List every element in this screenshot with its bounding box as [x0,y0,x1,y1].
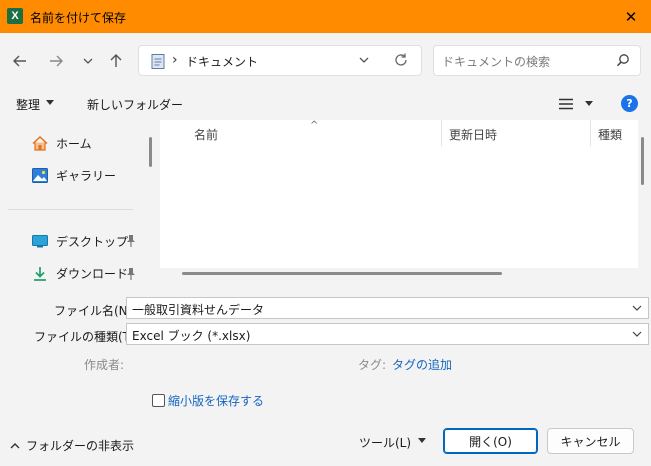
column-divider[interactable] [590,120,591,146]
navigation-bar: › ドキュメント ドキュメントの検索 [0,33,651,88]
arrow-right-icon [50,55,63,67]
tags-label: タグ: [358,358,387,372]
caret-down-icon[interactable] [418,438,426,444]
nav-pane-scrollbar[interactable] [149,137,152,167]
save-form: ファイル名(N): 一般取引資料せんデータ ファイルの種類(T): Excel … [0,288,651,466]
sidebar-item-gallery[interactable]: ギャラリー [32,163,116,187]
close-button[interactable]: ✕ [611,0,651,33]
home-icon [32,135,48,151]
organize-button[interactable]: 整理 [16,96,40,113]
back-button[interactable] [8,49,32,73]
chevron-down-icon[interactable] [632,330,642,338]
filetype-select[interactable]: Excel ブック (*.xlsx) [126,323,649,345]
list-view-icon[interactable] [559,98,573,110]
filetype-value: Excel ブック (*.xlsx) [132,329,251,343]
horizontal-scrollbar-thumb[interactable] [182,272,502,275]
sidebar-item-desktop[interactable]: デスクトップ [32,229,128,253]
column-header-type[interactable]: 種類 [598,126,622,143]
sidebar-item-label: ダウンロード [56,266,129,281]
add-tag-link[interactable]: タグの追加 [392,356,452,373]
forward-button[interactable] [44,49,68,73]
hide-folders-button[interactable]: フォルダーの非表示 [10,437,134,454]
up-button[interactable] [104,49,128,73]
pin-icon[interactable] [126,268,136,280]
tools-button[interactable]: ツール(L) [359,434,411,451]
new-folder-button[interactable]: 新しいフォルダー [87,96,183,113]
chevron-down-icon[interactable] [357,53,371,67]
sidebar-item-label: デスクトップ [56,234,129,249]
chevron-up-icon [10,442,20,448]
caret-down-icon[interactable] [585,101,593,107]
breadcrumb-separator: › [172,52,178,68]
cancel-button[interactable]: キャンセル [547,428,634,454]
file-list: ^ 名前 更新日時 種類 [160,120,638,288]
sidebar-item-downloads[interactable]: ダウンロード [32,261,128,285]
help-icon[interactable]: ? [621,95,638,112]
open-button[interactable]: 開く(O) [443,428,538,454]
horizontal-scrollbar-track[interactable] [160,268,638,288]
close-icon: ✕ [624,7,638,26]
search-icon [616,54,629,67]
column-divider[interactable] [441,120,442,146]
caret-down-icon[interactable] [46,100,54,106]
nav-divider [8,209,133,210]
filename-value: 一般取引資料せんデータ [132,303,265,317]
gallery-icon [32,167,48,183]
filename-label: ファイル名(N): [54,304,137,318]
chevron-down-icon[interactable] [632,304,642,312]
sidebar-item-home[interactable]: ホーム [32,131,92,155]
save-thumbnail-label[interactable]: 縮小版を保存する [168,392,264,409]
document-icon [151,54,165,69]
author-label: 作成者: [84,358,125,372]
search-input[interactable]: ドキュメントの検索 [433,45,641,76]
excel-app-icon: X [7,8,23,24]
sidebar-item-label: ギャラリー [56,168,117,183]
arrow-left-icon [13,55,26,67]
search-placeholder: ドキュメントの検索 [442,55,551,69]
vertical-scrollbar-thumb[interactable] [641,137,644,185]
filename-field[interactable]: 一般取引資料せんデータ [126,297,649,319]
breadcrumb-documents[interactable]: ドキュメント [186,53,258,70]
window-title: 名前を付けて保存 [30,11,127,25]
pin-icon[interactable] [126,235,136,247]
recent-locations-button[interactable] [76,49,100,73]
desktop-icon [32,234,48,247]
command-bar: 整理 新しいフォルダー ? [0,88,651,120]
filetype-label: ファイルの種類(T): [34,330,139,344]
chevron-down-icon [83,58,93,64]
download-icon [34,266,46,281]
navigation-pane: ホーム ギャラリー デスクトップ ダウンロード [0,120,143,288]
column-header-name[interactable]: 名前 [194,126,218,143]
title-bar: X 名前を付けて保存 ✕ [0,0,651,33]
browser-area: ホーム ギャラリー デスクトップ ダウンロード ^ 名前 更新日時 種類 [0,120,651,288]
column-header-modified[interactable]: 更新日時 [449,126,497,143]
sidebar-item-label: ホーム [56,136,92,151]
refresh-icon[interactable] [393,52,409,68]
hide-folders-label: フォルダーの非表示 [26,439,135,453]
arrow-up-icon [110,54,122,67]
sort-indicator-icon: ^ [310,120,319,131]
save-thumbnail-checkbox[interactable] [152,394,165,407]
address-bar[interactable]: › ドキュメント [138,45,422,76]
